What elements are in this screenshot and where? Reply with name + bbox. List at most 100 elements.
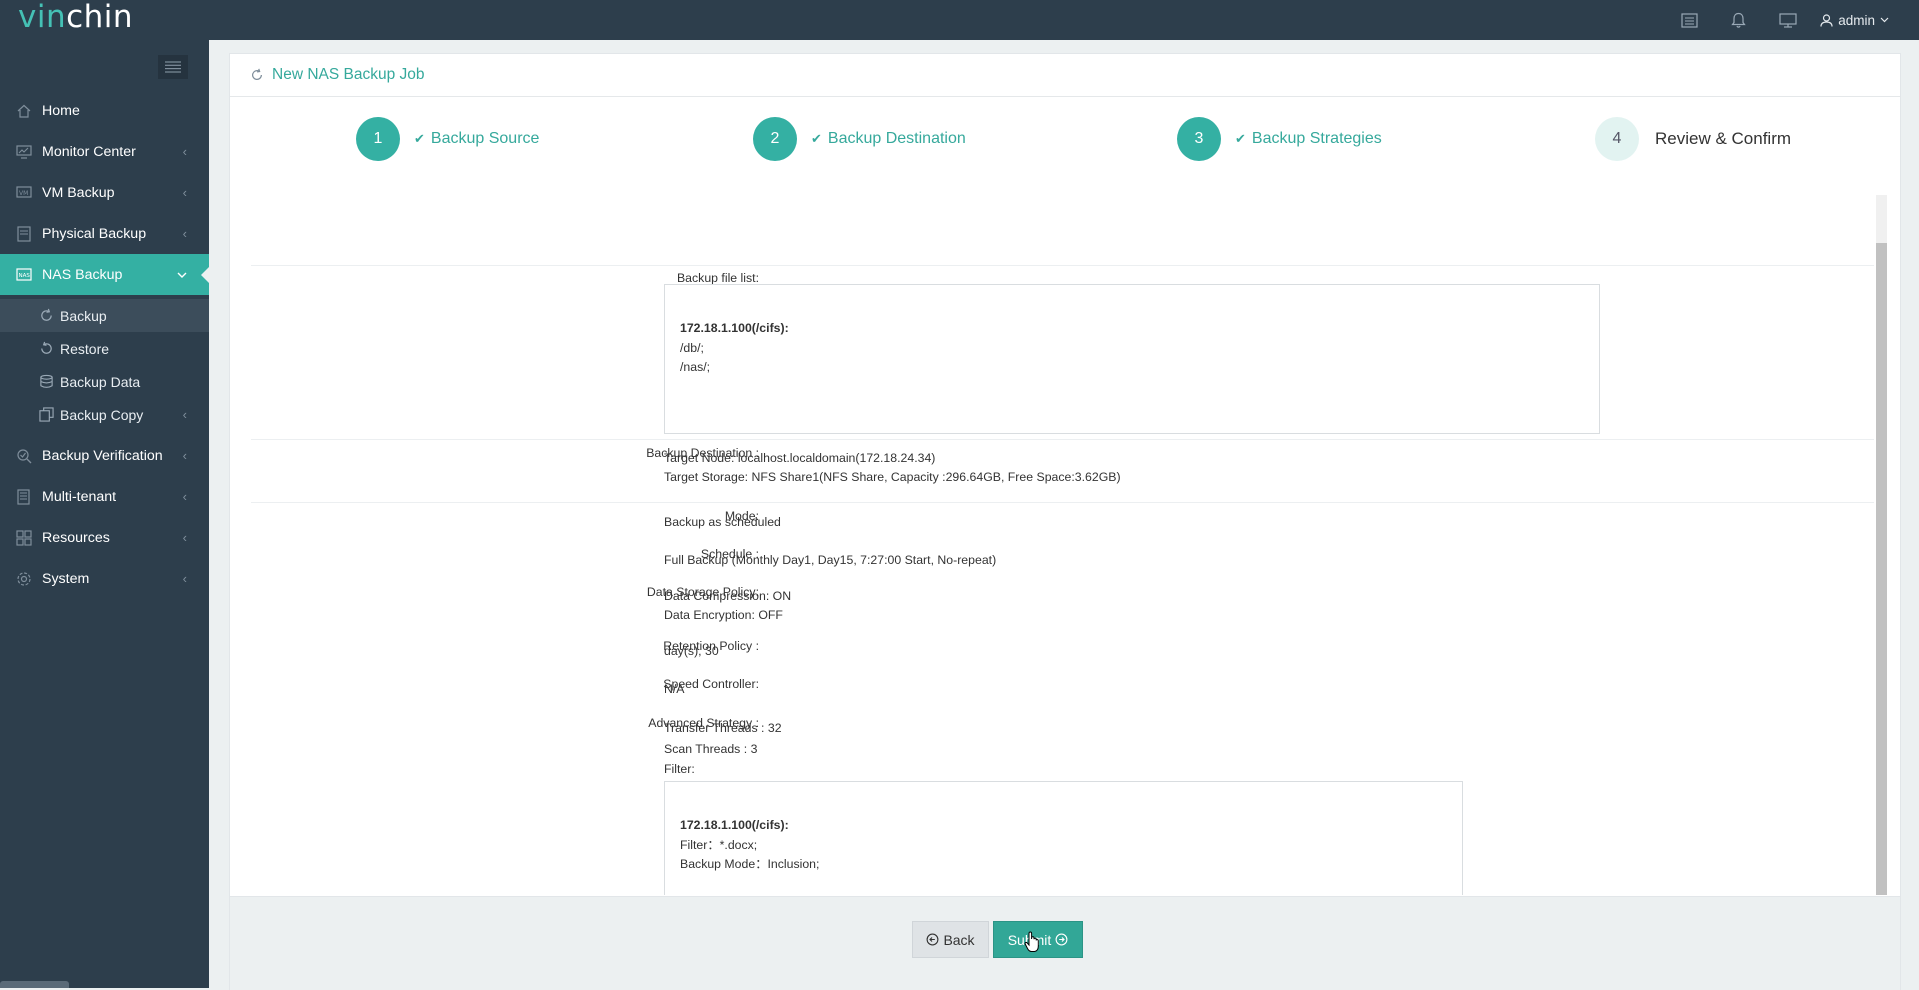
data-storage-policy-value: Data Compression: ON Data Encryption: OF… <box>664 587 791 625</box>
sidebar-item-vm-backup[interactable]: VM VM Backup ‹ <box>0 172 209 213</box>
back-button-label: Back <box>943 931 975 948</box>
filter-label: Filter: <box>664 762 695 776</box>
resources-icon <box>16 530 32 546</box>
data-encryption: Data Encryption: OFF <box>664 608 783 622</box>
chevron-down-icon <box>177 267 187 282</box>
sidebar-toggle-button[interactable] <box>158 55 188 79</box>
filter-value: Filter：*.docx; <box>680 837 758 852</box>
sidebar-item-multi-tenant[interactable]: Multi-tenant ‹ <box>0 476 209 517</box>
sidebar-item-physical-backup[interactable]: Physical Backup ‹ <box>0 213 209 254</box>
sidebar-item-resources[interactable]: Resources ‹ <box>0 517 209 558</box>
divider <box>251 502 1874 503</box>
sidebar-scrollbar[interactable] <box>0 981 69 988</box>
filter-content: 172.18.1.100(/cifs): Filter：*.docx; Back… <box>680 816 819 875</box>
step-label: Backup Destination <box>827 130 966 147</box>
vm-backup-icon: VM <box>16 186 32 198</box>
file-list-host: 172.18.1.100(/cifs): <box>680 321 789 335</box>
sidebar-item-label: Physical Backup <box>42 225 147 242</box>
backup-file-list-box[interactable]: 172.18.1.100(/cifs): /db/; /nas/; <box>664 284 1600 434</box>
sidebar-subitem-backup-copy[interactable]: Backup Copy ‹ <box>0 398 209 431</box>
sidebar-item-system[interactable]: System ‹ <box>0 558 209 599</box>
check-icon: ✔ <box>811 131 822 146</box>
sidebar-item-label: System <box>42 570 90 587</box>
retention-policy-value: day(s), 30 <box>664 644 719 658</box>
panel-header: New NAS Backup Job <box>230 54 1900 97</box>
chevron-left-icon: ‹ <box>182 226 187 241</box>
step-number: 1 <box>356 117 400 161</box>
copy-icon <box>39 407 54 422</box>
monitor-icon[interactable] <box>1763 0 1812 40</box>
step-number: 3 <box>1177 117 1221 161</box>
sidebar-item-nas-backup[interactable]: NAS NAS Backup <box>0 254 210 295</box>
restore-icon <box>41 341 52 354</box>
sidebar-item-label: VM Backup <box>42 184 115 201</box>
step-number: 4 <box>1595 117 1639 161</box>
verification-icon <box>17 449 32 464</box>
refresh-icon <box>252 68 262 80</box>
hand-cursor-icon <box>1024 931 1039 952</box>
sidebar-menu: Home Monitor Center ‹ VM VM Backup ‹ Phy… <box>0 90 210 599</box>
filter-box[interactable]: 172.18.1.100(/cifs): Filter：*.docx; Back… <box>664 781 1463 895</box>
panel-footer: Back Submit <box>230 896 1900 990</box>
back-button[interactable]: Back <box>912 921 989 958</box>
chevron-down-icon <box>1880 17 1889 23</box>
sidebar-item-label: Backup Verification <box>42 447 163 464</box>
backup-destination-value: Target Node: localhost.localdomain(172.1… <box>664 449 1121 487</box>
sidebar-item-label: Resources <box>42 529 110 546</box>
monitor-center-icon <box>16 145 32 159</box>
chevron-left-icon: ‹ <box>182 448 187 463</box>
sidebar-subitem-label: Backup Copy <box>60 406 144 423</box>
sidebar-item-backup-verification[interactable]: Backup Verification ‹ <box>0 435 209 476</box>
file-path: /nas/; <box>680 360 711 374</box>
bell-icon[interactable] <box>1714 0 1763 40</box>
step-label: Review & Confirm <box>1655 129 1792 148</box>
sidebar: Home Monitor Center ‹ VM VM Backup ‹ Phy… <box>0 40 210 988</box>
home-icon <box>17 104 31 118</box>
chevron-left-icon: ‹ <box>182 530 187 545</box>
page-title-text: New NAS Backup Job <box>272 66 425 83</box>
check-icon: ✔ <box>1235 131 1246 146</box>
vinchin-logo[interactable]: vinchin <box>18 0 133 35</box>
user-menu[interactable]: admin <box>1812 13 1919 28</box>
sidebar-item-label: Multi-tenant <box>42 488 117 505</box>
step-backup-strategies[interactable]: 3 ✔ Backup Strategies <box>1177 117 1382 161</box>
step-backup-source[interactable]: 1 ✔ Backup Source <box>356 117 539 161</box>
sidebar-item-monitor-center[interactable]: Monitor Center ‹ <box>0 131 209 172</box>
nas-icon: NAS <box>16 268 32 281</box>
svg-text:VM: VM <box>19 190 28 197</box>
user-icon <box>1820 13 1833 27</box>
chevron-left-icon: ‹ <box>182 144 187 159</box>
sidebar-item-home[interactable]: Home <box>0 90 209 131</box>
sidebar-item-label: Home <box>42 102 80 119</box>
chevron-left-icon: ‹ <box>182 571 187 586</box>
list-icon[interactable] <box>1665 0 1714 40</box>
mode-value: Backup as scheduled <box>664 515 781 529</box>
step-backup-destination[interactable]: 2 ✔ Backup Destination <box>753 117 966 161</box>
svg-text:NAS: NAS <box>19 273 31 279</box>
step-label: Backup Source <box>430 130 540 147</box>
content-scrollbar[interactable] <box>1876 195 1887 895</box>
sidebar-subitem-restore[interactable]: Restore <box>0 332 209 365</box>
divider <box>251 265 1874 266</box>
multi-tenant-icon <box>17 489 30 505</box>
backup-file-list-label: Backup file list: <box>676 271 759 285</box>
review-content[interactable]: Backup file list: 172.18.1.100(/cifs): /… <box>251 195 1874 895</box>
page-title: New NAS Backup Job <box>250 54 425 96</box>
top-icons: admin <box>1665 0 1919 40</box>
chevron-left-icon: ‹ <box>182 489 187 504</box>
scan-threads: Scan Threads : 3 <box>664 741 758 756</box>
sidebar-subitem-backup-data[interactable]: Backup Data <box>0 365 209 398</box>
refresh-icon <box>41 308 52 321</box>
filter-host: 172.18.1.100(/cifs): <box>680 818 789 832</box>
target-storage: Target Storage: NFS Share1(NFS Share, Ca… <box>664 470 1121 484</box>
scrollbar-thumb[interactable] <box>1876 243 1887 895</box>
gear-icon <box>17 572 31 586</box>
sidebar-subitem-label: Restore <box>60 340 110 357</box>
database-icon <box>40 374 53 388</box>
step-review-confirm: 4 Review & Confirm <box>1595 117 1791 161</box>
sidebar-subitem-backup[interactable]: Backup <box>0 299 209 332</box>
physical-backup-icon <box>17 226 31 242</box>
speed-controller-value: N/A <box>664 682 685 696</box>
data-compression: Data Compression: ON <box>664 589 792 603</box>
chevron-left-icon: ‹ <box>182 407 187 422</box>
